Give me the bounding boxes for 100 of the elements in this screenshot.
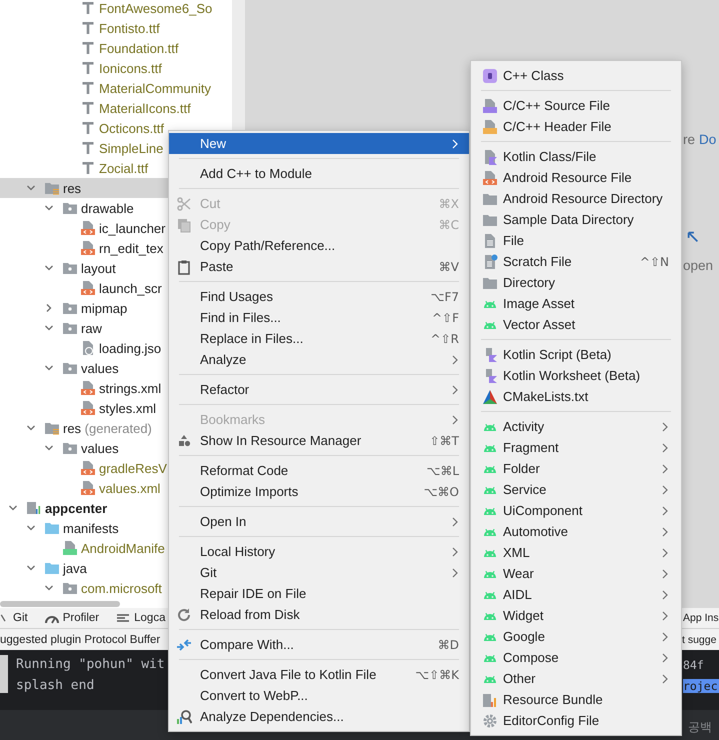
menu-item[interactable]: Add C++ to Module [169, 163, 469, 184]
tree-item[interactable]: FontAwesome6_So [0, 0, 232, 18]
menu-item[interactable]: Git [169, 562, 469, 583]
tool-window-tab[interactable]: Git [0, 610, 28, 626]
chevron-down-icon[interactable] [26, 183, 36, 193]
menu-item[interactable]: EditorConfig File [471, 710, 681, 731]
menu-item[interactable]: Wear [471, 563, 681, 584]
menu-item[interactable]: Vector Asset [471, 314, 681, 335]
menu-item[interactable]: Android Resource File [471, 167, 681, 188]
menu-item[interactable]: Directory [471, 272, 681, 293]
tree-item[interactable]: Foundation.ttf [0, 38, 232, 58]
chevron-right-icon [661, 548, 669, 558]
chevron-right-icon [451, 568, 459, 578]
menu-item[interactable]: Activity [471, 416, 681, 437]
tree-item[interactable]: MaterialIcons.ttf [0, 98, 232, 118]
menu-item[interactable]: Reload from Disk [169, 604, 469, 625]
menu-item[interactable]: Replace in Files... ^⇧R [169, 328, 469, 349]
cpp-file-icon [482, 98, 498, 114]
menu-item[interactable]: Widget [471, 605, 681, 626]
menu-item[interactable]: Kotlin Worksheet (Beta) [471, 365, 681, 386]
menu-item[interactable]: Copy Path/Reference... [169, 235, 469, 256]
copy-icon [176, 216, 192, 232]
menu-item[interactable]: New [169, 133, 469, 154]
shapes-icon [176, 432, 192, 448]
menu-item[interactable]: Repair IDE on File [169, 583, 469, 604]
menu-item[interactable]: Convert Java File to Kotlin File ⌥⇧⌘K [169, 664, 469, 685]
chart-magnifier-icon [176, 708, 192, 724]
keyboard-shortcut: ^⇧N [640, 254, 669, 268]
menu-item[interactable]: C/C++ Source File [471, 95, 681, 116]
scratch-file-icon [482, 254, 498, 270]
chevron-right-icon [661, 652, 669, 662]
menu-item[interactable]: Show In Resource Manager ⇧⌘T [169, 430, 469, 451]
menu-item[interactable]: C/C++ Header File [471, 116, 681, 137]
menu-item[interactable]: Other [471, 668, 681, 689]
tree-item[interactable]: Fontisto.ttf [0, 18, 232, 38]
menu-item[interactable]: Folder [471, 458, 681, 479]
chevron-right-icon [661, 506, 669, 516]
menu-item[interactable]: XML [471, 542, 681, 563]
menu-item[interactable]: Paste ⌘V [169, 256, 469, 277]
scissors-icon [176, 196, 192, 212]
menu-item[interactable]: Automotive [471, 521, 681, 542]
menu-item[interactable]: Refactor [169, 379, 469, 400]
tool-window-tab[interactable]: Logca [115, 610, 166, 626]
menu-item[interactable]: Compare With... ⌘D [169, 634, 469, 655]
menu-item[interactable]: Google [471, 626, 681, 647]
menu-item[interactable]: C++ Class [471, 65, 681, 86]
chevron-right-icon[interactable] [44, 303, 54, 313]
chevron-down-icon[interactable] [26, 423, 36, 433]
menu-item[interactable]: Image Asset [471, 293, 681, 314]
font-file-icon [80, 120, 96, 136]
menu-item[interactable]: Open In [169, 511, 469, 532]
menu-item[interactable]: Scratch File ^⇧N [471, 251, 681, 272]
chevron-down-icon[interactable] [44, 583, 54, 593]
menu-item[interactable]: Android Resource Directory [471, 188, 681, 209]
keyboard-shortcut: ⌥⇧⌘K [415, 668, 459, 682]
chevron-down-icon[interactable] [44, 443, 54, 453]
menu-item[interactable]: AIDL [471, 584, 681, 605]
chevron-down-icon[interactable] [26, 523, 36, 533]
chevron-down-icon[interactable] [44, 363, 54, 373]
package-folder-icon [62, 360, 78, 376]
scrollbar-thumb[interactable] [0, 601, 120, 607]
link[interactable]: Do [699, 132, 716, 147]
chevron-down-icon[interactable] [44, 203, 54, 213]
chevron-right-icon [661, 674, 669, 684]
hint-text: re [683, 132, 696, 147]
menu-item[interactable]: Compose [471, 647, 681, 668]
terminal-line: splash end [16, 678, 94, 693]
chevron-right-icon [451, 546, 459, 556]
menu-item[interactable]: Convert to WebP... [169, 685, 469, 706]
tree-item[interactable]: MaterialCommunity [0, 78, 232, 98]
menu-item[interactable]: Reformat Code ⌥⌘L [169, 460, 469, 481]
menu-item[interactable]: Analyze [169, 349, 469, 370]
file-icon [482, 232, 498, 248]
chevron-down-icon[interactable] [26, 563, 36, 573]
menu-item[interactable]: File [471, 230, 681, 251]
menu-item[interactable]: Optimize Imports ⌥⌘O [169, 481, 469, 502]
menu-item[interactable]: UiComponent [471, 500, 681, 521]
menu-item[interactable]: Sample Data Directory [471, 209, 681, 230]
menu-item[interactable]: Kotlin Class/File [471, 146, 681, 167]
font-file-icon [80, 140, 96, 156]
menu-item[interactable]: Find Usages ⌥F7 [169, 286, 469, 307]
menu-item[interactable]: Analyze Dependencies... [169, 706, 469, 727]
keyboard-shortcut: ⌘X [438, 196, 459, 210]
manifest-file-icon [62, 540, 78, 556]
menu-item[interactable]: Resource Bundle [471, 689, 681, 710]
tool-window-tab[interactable]: App Ins [683, 612, 719, 624]
chevron-down-icon[interactable] [44, 263, 54, 273]
menu-item[interactable]: Find in Files... ^⇧F [169, 307, 469, 328]
menu-item[interactable]: CMakeLists.txt [471, 386, 681, 407]
menu-item[interactable]: Kotlin Script (Beta) [471, 344, 681, 365]
keyboard-shortcut: ⇧⌘T [430, 434, 459, 448]
chevron-down-icon[interactable] [44, 323, 54, 333]
xml-file-icon [482, 170, 498, 186]
menu-item[interactable]: Local History [169, 541, 469, 562]
chevron-right-icon [451, 516, 459, 526]
chevron-down-icon[interactable] [8, 503, 18, 513]
tool-window-tab[interactable]: Profiler [44, 610, 100, 626]
tree-item[interactable]: Ionicons.ttf [0, 58, 232, 78]
menu-item[interactable]: Fragment [471, 437, 681, 458]
menu-item[interactable]: Service [471, 479, 681, 500]
